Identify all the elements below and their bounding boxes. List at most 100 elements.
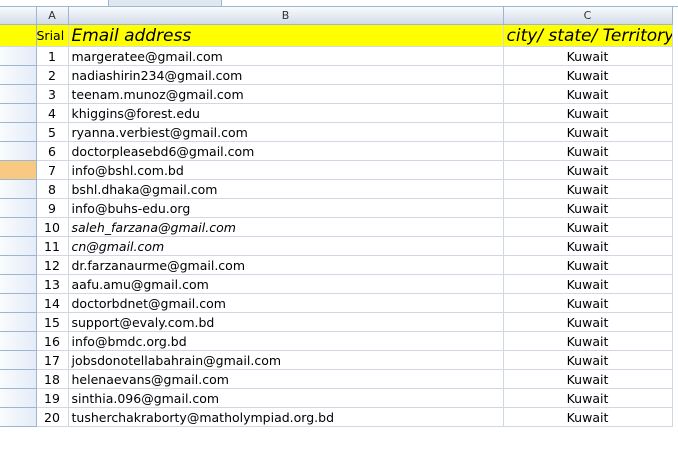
cell-serial[interactable]: 15	[36, 312, 69, 332]
column-header-c[interactable]: C	[503, 7, 673, 25]
table-row: 13 aafu.amu@gmail.com Kuwait	[0, 274, 673, 294]
row-header[interactable]	[0, 141, 37, 161]
cell-location[interactable]: Kuwait	[503, 293, 673, 313]
header-cell-serial[interactable]: Srial no	[36, 24, 69, 47]
row-header[interactable]	[0, 236, 37, 256]
column-header-a[interactable]: A	[36, 7, 69, 25]
row-header[interactable]	[0, 312, 37, 332]
row-header[interactable]	[0, 331, 37, 351]
cell-location[interactable]: Kuwait	[503, 141, 673, 161]
cell-serial[interactable]: 3	[36, 84, 69, 104]
cell-location[interactable]: Kuwait	[503, 65, 673, 85]
cell-serial[interactable]: 1	[36, 46, 69, 66]
top-tab[interactable]	[108, 0, 222, 6]
cell-serial[interactable]: 13	[36, 274, 69, 294]
table-row: 12 dr.farzanaurme@gmail.com Kuwait	[0, 255, 673, 275]
cell-email[interactable]: support@evaly.com.bd	[68, 312, 504, 332]
table-row: 10 saleh_farzana@gmail.com Kuwait	[0, 217, 673, 237]
header-cell-email[interactable]: Email address	[68, 24, 504, 47]
cell-location[interactable]: Kuwait	[503, 198, 673, 218]
row-header[interactable]	[0, 350, 37, 370]
sheet-header-row: Srial no Email address city/ state/ Terr…	[0, 24, 673, 47]
cell-location[interactable]: Kuwait	[503, 160, 673, 180]
cell-email[interactable]: khiggins@forest.edu	[68, 103, 504, 123]
cell-email[interactable]: jobsdonotellabahrain@gmail.com	[68, 350, 504, 370]
cell-serial[interactable]: 8	[36, 179, 69, 199]
row-header[interactable]	[0, 160, 37, 180]
header-cell-location[interactable]: city/ state/ Territory	[503, 24, 673, 47]
row-header[interactable]	[0, 407, 37, 427]
cell-email[interactable]: margeratee@gmail.com	[68, 46, 504, 66]
cell-location[interactable]: Kuwait	[503, 217, 673, 237]
cell-email[interactable]: sinthia.096@gmail.com	[68, 388, 504, 408]
row-header[interactable]	[0, 24, 37, 47]
table-row: 18 helenaevans@gmail.com Kuwait	[0, 369, 673, 389]
cell-serial[interactable]: 18	[36, 369, 69, 389]
cell-email[interactable]: helenaevans@gmail.com	[68, 369, 504, 389]
cell-location[interactable]: Kuwait	[503, 312, 673, 332]
cell-serial[interactable]: 5	[36, 122, 69, 142]
table-row: 1 margeratee@gmail.com Kuwait	[0, 46, 673, 66]
cell-location[interactable]: Kuwait	[503, 331, 673, 351]
cell-email[interactable]: tusherchakraborty@matholympiad.org.bd	[68, 407, 504, 427]
row-header[interactable]	[0, 293, 37, 313]
row-header[interactable]	[0, 84, 37, 104]
cell-serial[interactable]: 11	[36, 236, 69, 256]
row-header[interactable]	[0, 255, 37, 275]
cell-location[interactable]: Kuwait	[503, 84, 673, 104]
cell-location[interactable]: Kuwait	[503, 388, 673, 408]
cell-email[interactable]: info@buhs-edu.org	[68, 198, 504, 218]
cell-location[interactable]: Kuwait	[503, 407, 673, 427]
select-all-corner[interactable]	[0, 7, 37, 25]
cell-location[interactable]: Kuwait	[503, 350, 673, 370]
column-header-b[interactable]: B	[68, 7, 504, 25]
row-header[interactable]	[0, 274, 37, 294]
row-header[interactable]	[0, 122, 37, 142]
table-row: 3 teenam.munoz@gmail.com Kuwait	[0, 84, 673, 104]
cell-serial[interactable]: 10	[36, 217, 69, 237]
row-header[interactable]	[0, 369, 37, 389]
cell-location[interactable]: Kuwait	[503, 255, 673, 275]
table-row: 15 support@evaly.com.bd Kuwait	[0, 312, 673, 332]
cell-location[interactable]: Kuwait	[503, 122, 673, 142]
row-header[interactable]	[0, 46, 37, 66]
cell-serial[interactable]: 4	[36, 103, 69, 123]
cell-serial[interactable]: 2	[36, 65, 69, 85]
cell-serial[interactable]: 9	[36, 198, 69, 218]
cell-serial[interactable]: 16	[36, 331, 69, 351]
cell-location[interactable]: Kuwait	[503, 179, 673, 199]
cell-location[interactable]: Kuwait	[503, 369, 673, 389]
cell-email[interactable]: cn@gmail.com	[68, 236, 504, 256]
row-header[interactable]	[0, 217, 37, 237]
cell-email[interactable]: dr.farzanaurme@gmail.com	[68, 255, 504, 275]
cell-serial[interactable]: 6	[36, 141, 69, 161]
cell-location[interactable]: Kuwait	[503, 274, 673, 294]
cell-serial[interactable]: 14	[36, 293, 69, 313]
cell-email[interactable]: info@bmdc.org.bd	[68, 331, 504, 351]
row-header[interactable]	[0, 198, 37, 218]
table-row: 7 info@bshl.com.bd Kuwait	[0, 160, 673, 180]
cell-email[interactable]: nadiashirin234@gmail.com	[68, 65, 504, 85]
cell-location[interactable]: Kuwait	[503, 103, 673, 123]
cell-email[interactable]: aafu.amu@gmail.com	[68, 274, 504, 294]
cell-email[interactable]: saleh_farzana@gmail.com	[68, 217, 504, 237]
row-header[interactable]	[0, 179, 37, 199]
cell-location[interactable]: Kuwait	[503, 236, 673, 256]
cell-serial[interactable]: 20	[36, 407, 69, 427]
table-row: 2 nadiashirin234@gmail.com Kuwait	[0, 65, 673, 85]
cell-location[interactable]: Kuwait	[503, 46, 673, 66]
cell-email[interactable]: bshl.dhaka@gmail.com	[68, 179, 504, 199]
cell-email[interactable]: info@bshl.com.bd	[68, 160, 504, 180]
cell-email[interactable]: ryanna.verbiest@gmail.com	[68, 122, 504, 142]
cell-email[interactable]: doctorpleasebd6@gmail.com	[68, 141, 504, 161]
cell-email[interactable]: teenam.munoz@gmail.com	[68, 84, 504, 104]
row-header[interactable]	[0, 103, 37, 123]
cell-serial[interactable]: 17	[36, 350, 69, 370]
cell-serial[interactable]: 19	[36, 388, 69, 408]
row-header[interactable]	[0, 388, 37, 408]
cell-email[interactable]: doctorbdnet@gmail.com	[68, 293, 504, 313]
cell-serial[interactable]: 12	[36, 255, 69, 275]
row-header[interactable]	[0, 65, 37, 85]
cell-serial[interactable]: 7	[36, 160, 69, 180]
top-strip	[0, 0, 678, 7]
